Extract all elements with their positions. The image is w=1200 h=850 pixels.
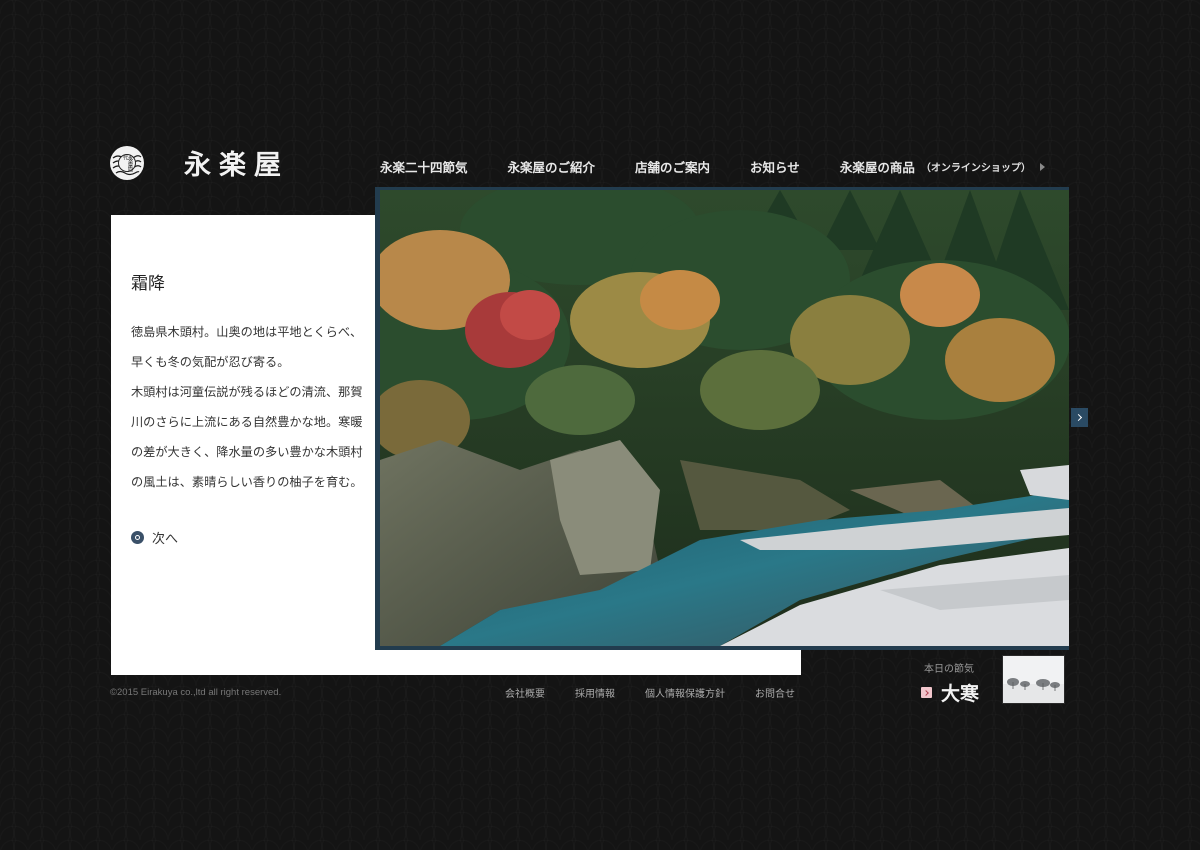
- footer-link-careers[interactable]: 採用情報: [575, 685, 615, 700]
- today-season-link[interactable]: 大寒: [921, 679, 979, 706]
- landscape-image: [380, 190, 1069, 646]
- circle-dot-icon: [131, 531, 144, 544]
- logo-seal-text: 永楽屋四代: [118, 153, 136, 172]
- slider-next-button[interactable]: [1071, 408, 1088, 427]
- article-body: 徳島県木頭村。山奥の地は平地とくらべ、 早くも冬の気配が忍び寄る。 木頭村は河童…: [131, 317, 367, 497]
- next-link[interactable]: 次へ: [131, 528, 178, 547]
- today-season-name: 大寒: [941, 683, 980, 705]
- nav-item-news[interactable]: お知らせ: [750, 157, 800, 176]
- logo-seal-icon: 永楽屋四代: [110, 145, 144, 180]
- article-line: の風土は、素晴らしい香りの柚子を育む。: [131, 475, 363, 489]
- footer-link-company[interactable]: 会社概要: [505, 685, 545, 700]
- logo-name: 永楽屋: [184, 150, 289, 181]
- today-season-thumbnail[interactable]: [1003, 656, 1064, 703]
- next-label: 次へ: [152, 532, 179, 547]
- nav-item-seasons[interactable]: 永楽二十四節気: [380, 157, 468, 176]
- article-line: 木頭村は河童伝説が残るほどの清流、那賀: [131, 385, 363, 399]
- nav-products-sub: （オンラインショップ）: [920, 163, 1031, 174]
- article-line: の差が大きく、降水量の多い豊かな木頭村: [131, 445, 363, 459]
- nav-item-stores[interactable]: 店舗のご案内: [635, 157, 710, 176]
- footer-link-contact[interactable]: お問合せ: [755, 685, 795, 700]
- article-line: 徳島県木頭村。山奥の地は平地とくらべ、: [131, 325, 363, 339]
- copyright: ©2015 Eirakuya co.,ltd all right reserve…: [110, 687, 282, 698]
- nav-item-products[interactable]: 永楽屋の商品 （オンラインショップ）: [840, 157, 1045, 176]
- main-nav: 永楽二十四節気 永楽屋のご紹介 店舗のご案内 お知らせ 永楽屋の商品 （オンライ…: [380, 157, 1045, 176]
- triangle-right-icon: [1039, 162, 1045, 171]
- nav-products-label: 永楽屋の商品: [839, 160, 915, 175]
- hero-photo: [375, 187, 1069, 650]
- today-label: 本日の節気: [924, 664, 974, 675]
- snow-landscape-image: [1003, 656, 1064, 703]
- article-line: 早くも冬の気配が忍び寄る。: [131, 355, 290, 369]
- footer-link-privacy[interactable]: 個人情報保護方針: [645, 685, 725, 700]
- article-line: 川のさらに上流にある自然豊かな地。寒暖: [131, 415, 363, 429]
- nav-item-about[interactable]: 永楽屋のご紹介: [508, 157, 596, 176]
- footer-links: 会社概要 採用情報 個人情報保護方針 お問合せ: [505, 685, 795, 700]
- logo[interactable]: 永楽屋四代 永楽屋: [110, 143, 289, 182]
- chevron-right-icon: [921, 687, 932, 698]
- article-title: 霜降: [131, 274, 165, 294]
